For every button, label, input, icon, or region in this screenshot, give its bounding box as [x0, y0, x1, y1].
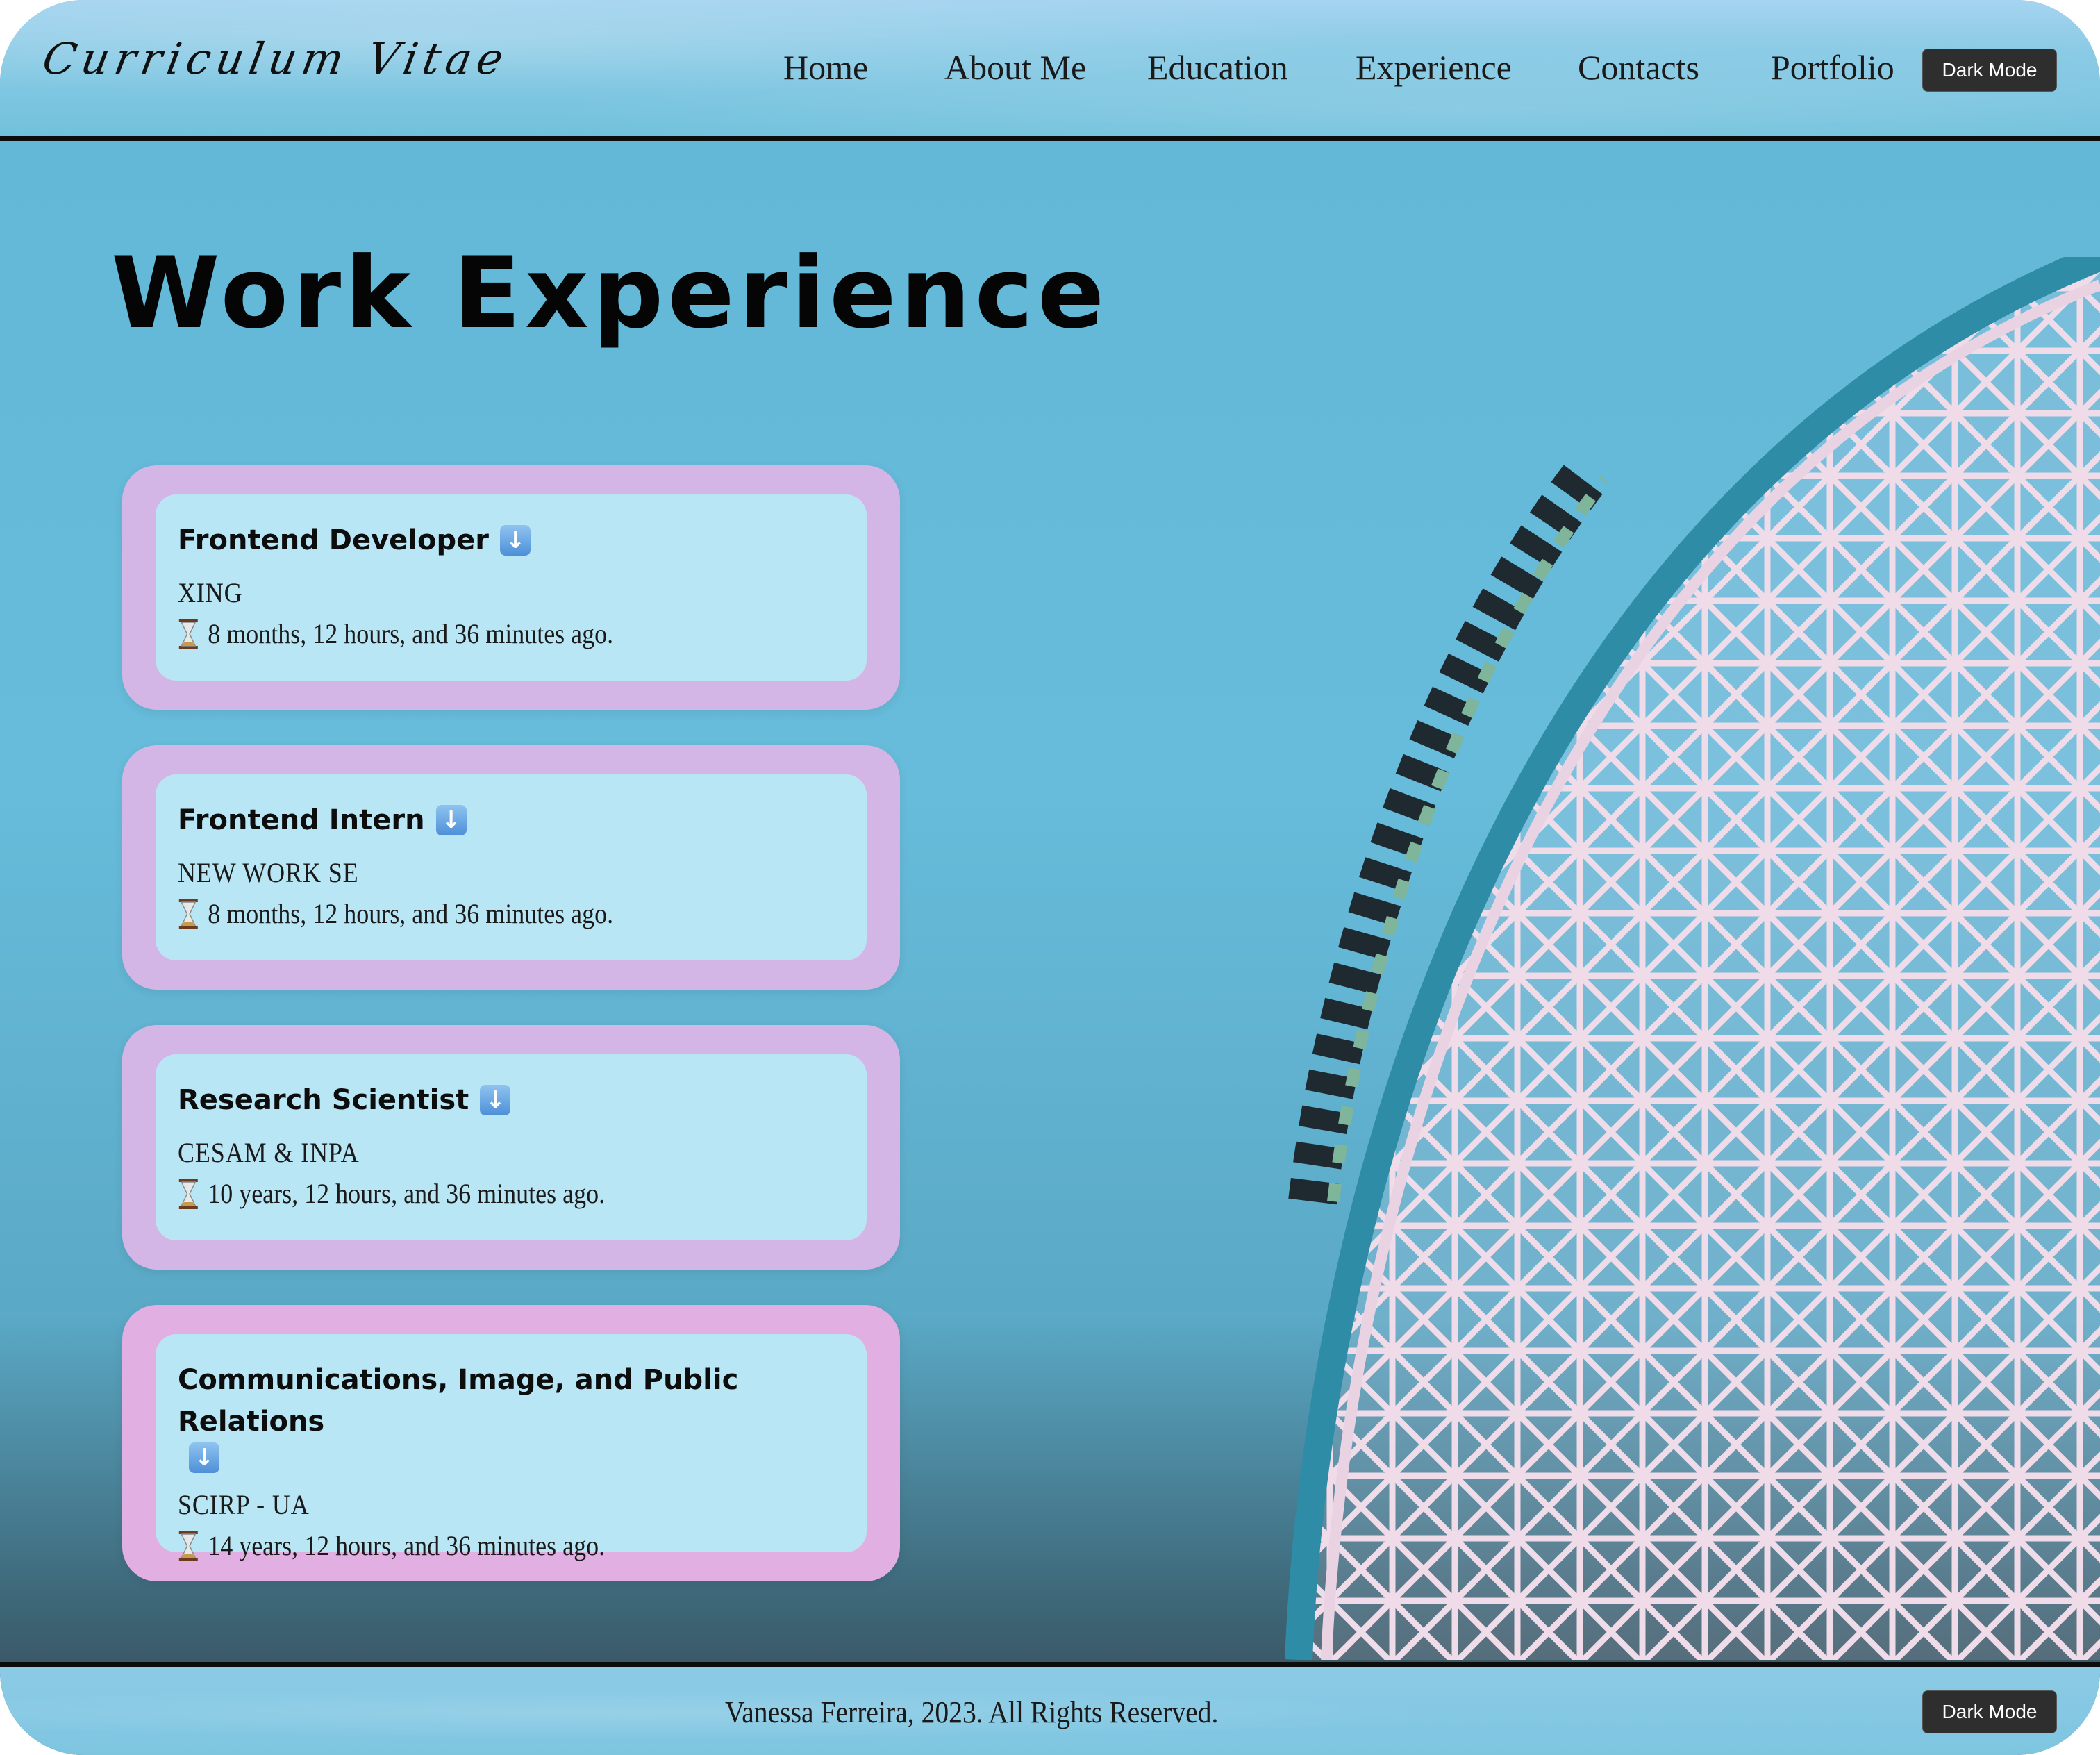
job-card-inner: Frontend Developer ↓ XING 8 months, 12 h… — [156, 494, 867, 681]
job-role: Communications, Image, and Public Relati… — [178, 1359, 747, 1473]
job-company: NEW WORK SE — [178, 857, 359, 888]
job-duration-text: 8 months, 12 hours, and 36 minutes ago. — [208, 898, 614, 929]
job-role: Frontend Intern ↓ — [178, 799, 844, 841]
job-duration: 8 months, 12 hours, and 36 minutes ago. — [178, 617, 778, 650]
top-navbar: Curriculum Vitae Home About Me Education… — [0, 0, 2100, 141]
job-card-inner: Communications, Image, and Public Relati… — [156, 1334, 867, 1561]
job-company: CESAM & INPA — [178, 1137, 360, 1168]
job-role-text: Research Scientist — [178, 1084, 469, 1116]
footer-dark-mode-button[interactable]: Dark Mode — [1922, 1690, 2057, 1733]
hourglass-icon — [178, 1178, 198, 1209]
job-card: Frontend Developer ↓ XING 8 months, 12 h… — [122, 465, 900, 710]
job-role: Research Scientist ↓ — [178, 1079, 844, 1121]
nav-contacts[interactable]: Contacts — [1578, 47, 1699, 88]
job-duration-text: 14 years, 12 hours, and 36 minutes ago. — [208, 1530, 606, 1561]
nav-about-me[interactable]: About Me — [944, 47, 1086, 88]
job-card-inner: Frontend Intern ↓ NEW WORK SE 8 months, … — [156, 774, 867, 960]
hourglass-icon — [178, 618, 198, 649]
job-card: Frontend Intern ↓ NEW WORK SE 8 months, … — [122, 745, 900, 990]
job-role-text: Frontend Developer — [178, 524, 489, 556]
logo[interactable]: Curriculum Vitae — [35, 33, 512, 103]
job-role-text: Frontend Intern — [178, 804, 425, 836]
job-duration: 10 years, 12 hours, and 36 minutes ago. — [178, 1177, 778, 1210]
roller-coaster-image — [1285, 257, 2100, 1660]
nav-home[interactable]: Home — [783, 47, 868, 88]
job-duration-text: 10 years, 12 hours, and 36 minutes ago. — [208, 1178, 606, 1209]
nav-portfolio[interactable]: Portfolio — [1771, 47, 1894, 88]
job-duration: 14 years, 12 hours, and 36 minutes ago. — [178, 1529, 778, 1562]
hourglass-icon — [178, 898, 198, 929]
job-company: XING — [178, 577, 243, 608]
down-arrow-icon[interactable]: ↓ — [499, 525, 531, 556]
down-arrow-icon[interactable]: ↓ — [435, 805, 467, 835]
page-frame: Curriculum Vitae Home About Me Education… — [0, 0, 2100, 1755]
job-role-text: Communications, Image, and Public Relati… — [178, 1364, 739, 1438]
nav-experience[interactable]: Experience — [1356, 47, 1512, 88]
job-duration: 8 months, 12 hours, and 36 minutes ago. — [178, 897, 778, 930]
down-arrow-icon[interactable]: ↓ — [480, 1085, 511, 1115]
down-arrow-icon[interactable]: ↓ — [189, 1442, 219, 1473]
job-company: SCIRP - UA — [178, 1489, 310, 1520]
job-card-inner: Research Scientist ↓ CESAM & INPA 10 yea… — [156, 1054, 867, 1240]
job-card: Communications, Image, and Public Relati… — [122, 1305, 900, 1581]
job-duration-text: 8 months, 12 hours, and 36 minutes ago. — [208, 618, 614, 649]
job-role: Frontend Developer ↓ — [178, 519, 844, 561]
hourglass-icon — [178, 1530, 198, 1561]
nav-education[interactable]: Education — [1147, 47, 1288, 88]
footer-copyright: Vanessa Ferreira, 2023. All Rights Reser… — [725, 1695, 1219, 1729]
dark-mode-button[interactable]: Dark Mode — [1922, 49, 2057, 92]
footer: Vanessa Ferreira, 2023. All Rights Reser… — [0, 1662, 2100, 1755]
page-title: Work Experience — [111, 236, 1109, 351]
job-card: Research Scientist ↓ CESAM & INPA 10 yea… — [122, 1025, 900, 1270]
